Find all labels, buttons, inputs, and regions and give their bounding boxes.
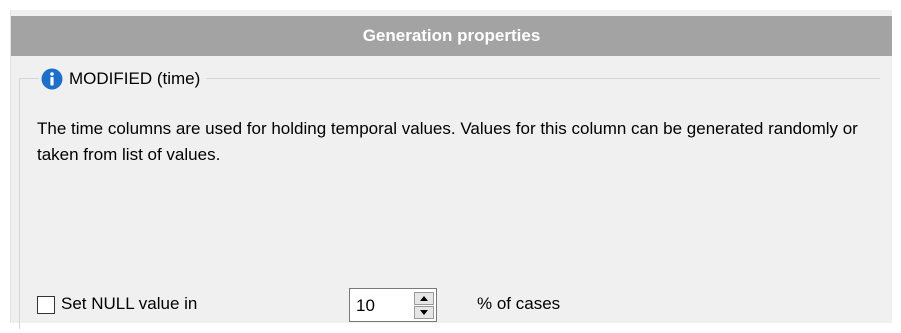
percent-of-cases-label: % of cases bbox=[477, 294, 561, 313]
set-null-checkbox[interactable] bbox=[37, 296, 55, 314]
panel-header: Generation properties bbox=[11, 16, 892, 56]
arrow-up-icon bbox=[420, 296, 428, 301]
generation-properties-panel: Generation properties MODIFIED (time) Th… bbox=[10, 10, 892, 329]
null-percent-stepper[interactable]: 10 bbox=[349, 288, 437, 322]
column-name-label: MODIFIED (time) bbox=[69, 69, 201, 88]
stepper-up-button[interactable] bbox=[414, 292, 434, 305]
column-description: The time columns are used for holding te… bbox=[37, 119, 858, 164]
null-percent-value[interactable]: 10 bbox=[356, 296, 375, 316]
arrow-down-icon bbox=[420, 310, 428, 315]
stepper-down-button[interactable] bbox=[414, 306, 434, 319]
info-icon bbox=[41, 68, 63, 90]
set-null-label[interactable]: Set NULL value in bbox=[61, 294, 197, 314]
groupbox-legend: MODIFIED (time) bbox=[39, 66, 207, 92]
null-value-row: Set NULL value in 10 % of cases bbox=[37, 288, 637, 322]
panel-title: Generation properties bbox=[362, 26, 541, 45]
